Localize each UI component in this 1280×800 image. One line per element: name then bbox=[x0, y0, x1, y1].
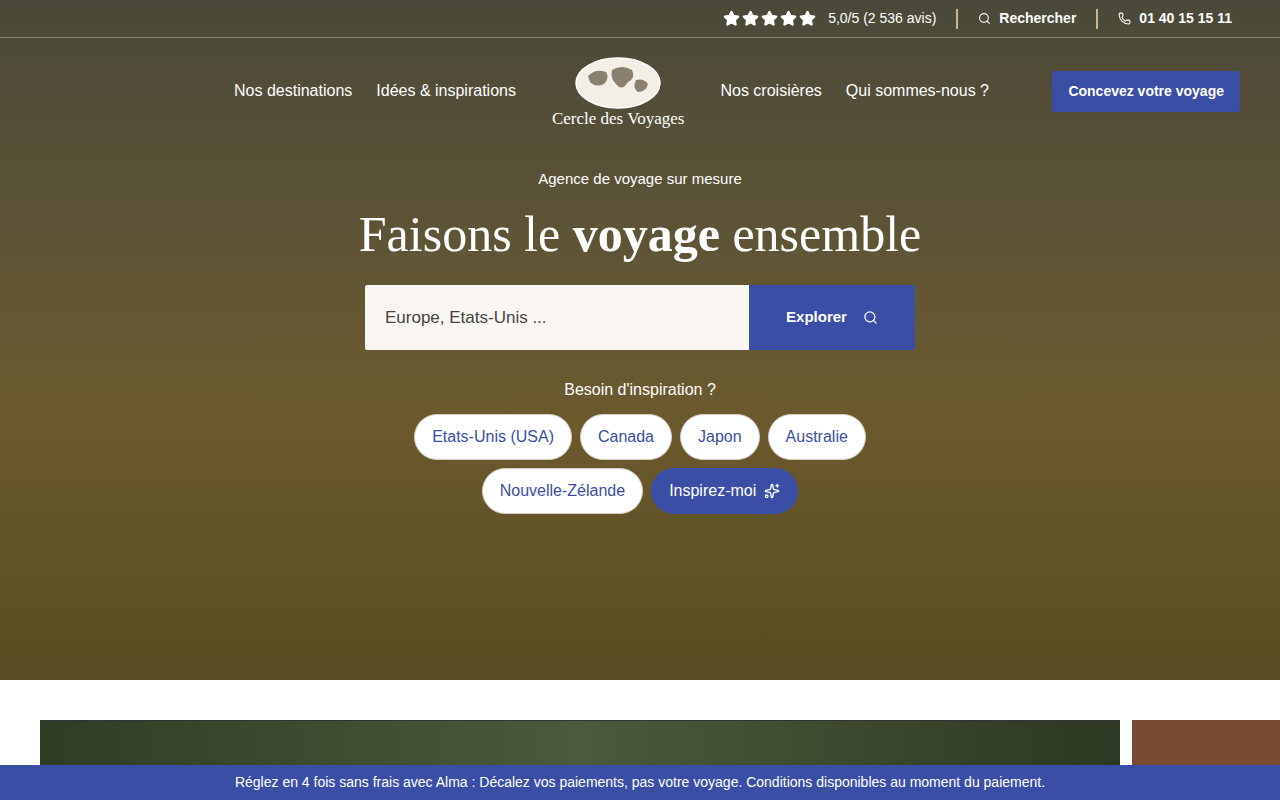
star-icon bbox=[761, 10, 778, 27]
main-nav: Nos destinations Idées & inspirations Cerc… bbox=[0, 38, 1280, 144]
cta-button[interactable]: Concevez votre voyage bbox=[1052, 71, 1240, 112]
nav-item[interactable]: Qui sommes-nous ? bbox=[846, 79, 989, 103]
inspire-button[interactable]: Inspirez-moi bbox=[651, 468, 798, 514]
chips: Etats-Unis (USA)CanadaJaponAustralie Nouv… bbox=[414, 414, 866, 514]
search-bar: Explorer bbox=[365, 285, 915, 350]
search-link[interactable]: Rechercher bbox=[978, 8, 1076, 29]
search-icon bbox=[978, 12, 991, 25]
destination-chip[interactable]: Nouvelle-Zélande bbox=[482, 468, 643, 514]
star-icon bbox=[723, 10, 740, 27]
nav-item[interactable]: Nos croisières bbox=[720, 79, 821, 103]
hero: 5,0/5 (2 536 avis) Rechercher 01 40 15 15 … bbox=[0, 0, 1280, 680]
phone-icon bbox=[1118, 12, 1131, 25]
destination-input[interactable] bbox=[365, 285, 749, 350]
nav-item[interactable]: Nos destinations bbox=[234, 79, 352, 103]
payment-banner: Réglez en 4 fois sans frais avec Alma : … bbox=[0, 765, 1280, 800]
explore-button[interactable]: Explorer bbox=[749, 285, 915, 350]
logo[interactable]: Cercle des Voyages bbox=[552, 56, 685, 127]
star-icon bbox=[799, 10, 816, 27]
destination-chip[interactable]: Canada bbox=[580, 414, 672, 460]
hero-content: Agence de voyage sur mesure Faisons le vo… bbox=[0, 144, 1280, 514]
hero-heading: Faisons le voyage ensemble bbox=[359, 203, 921, 266]
page: 5,0/5 (2 536 avis) Rechercher 01 40 15 15 … bbox=[0, 0, 1280, 800]
destination-chip[interactable]: Australie bbox=[768, 414, 866, 460]
star-icon bbox=[742, 10, 759, 27]
phone-link[interactable]: 01 40 15 15 11 bbox=[1118, 8, 1232, 29]
rating: 5,0/5 (2 536 avis) bbox=[723, 8, 936, 29]
inspiration-label: Besoin d'inspiration ? bbox=[564, 378, 716, 402]
search-icon bbox=[863, 310, 878, 325]
nav-item[interactable]: Idées & inspirations bbox=[376, 79, 516, 103]
destination-chip[interactable]: Etats-Unis (USA) bbox=[414, 414, 572, 460]
top-bar: 5,0/5 (2 536 avis) Rechercher 01 40 15 15 … bbox=[0, 0, 1280, 38]
destination-chip[interactable]: Japon bbox=[680, 414, 760, 460]
globe-logo-icon bbox=[574, 56, 662, 110]
star-icon bbox=[780, 10, 797, 27]
hero-eyebrow: Agence de voyage sur mesure bbox=[538, 168, 741, 191]
sparkles-icon bbox=[764, 483, 780, 499]
